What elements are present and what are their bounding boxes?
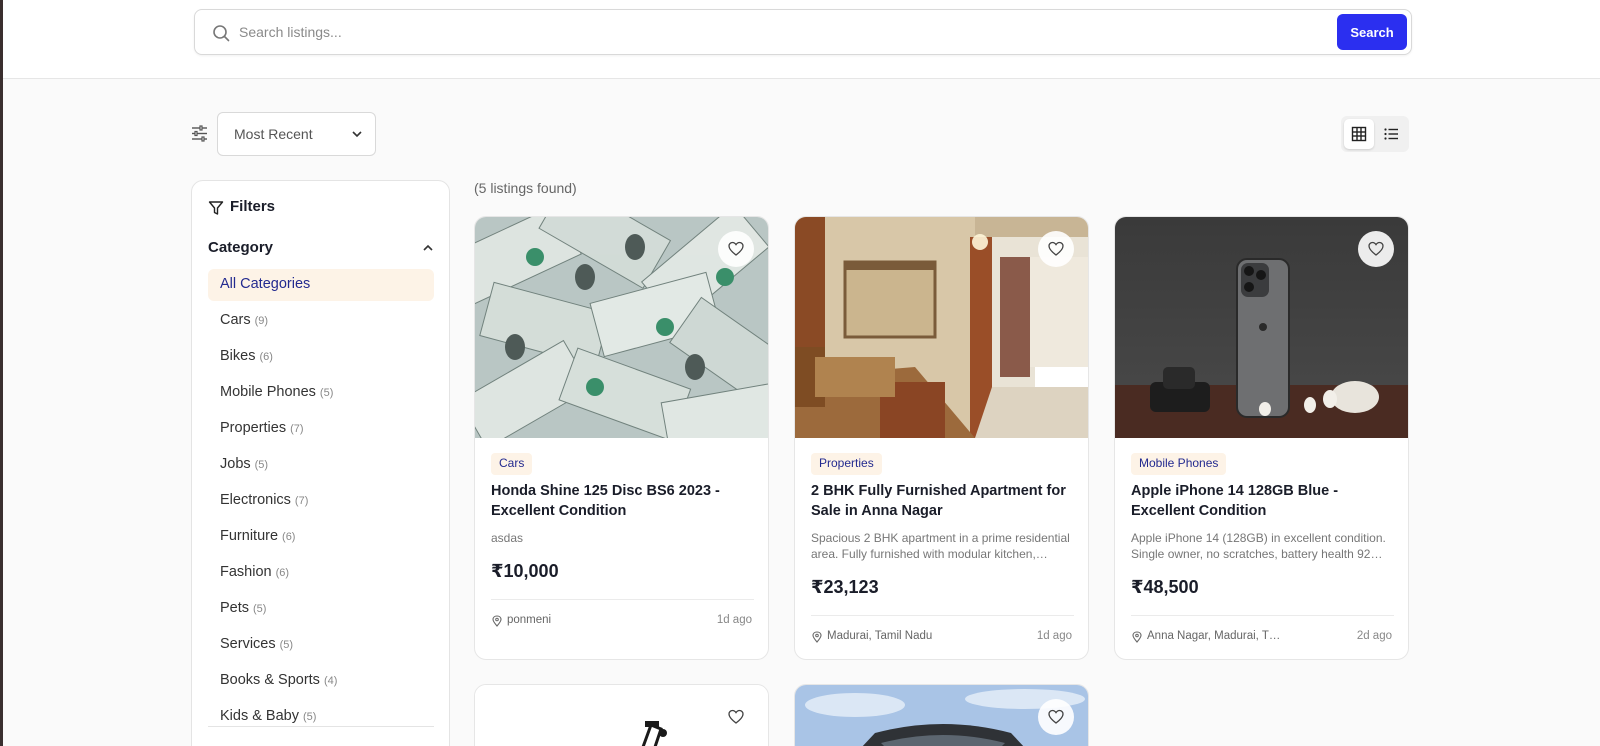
search-input[interactable] xyxy=(239,18,1299,46)
listings-count: (5 listings found) xyxy=(474,180,577,196)
list-icon xyxy=(1384,128,1398,140)
search-box: Search xyxy=(194,9,1412,55)
listing-card[interactable]: Properties 2 BHK Fully Furnished Apartme… xyxy=(794,216,1089,660)
category-badge: Mobile Phones xyxy=(1131,453,1227,475)
grid-view-button[interactable] xyxy=(1344,119,1374,149)
card-divider xyxy=(1131,615,1394,616)
window-edge xyxy=(0,0,3,746)
card-divider xyxy=(491,599,754,600)
list-view-button[interactable] xyxy=(1376,119,1406,149)
category-item-kids-baby[interactable]: Kids & Baby (5) xyxy=(208,701,434,733)
listing-location: Anna Nagar, Madurai, T… xyxy=(1131,630,1280,643)
favorite-button[interactable] xyxy=(1358,231,1394,267)
category-item-furniture[interactable]: Furniture (6) xyxy=(208,521,434,553)
chevron-down-icon xyxy=(352,131,362,138)
chevron-up-icon xyxy=(423,244,433,251)
filters-panel: Filters Category All Categories Cars (9) … xyxy=(191,180,450,746)
category-badge: Cars xyxy=(491,453,533,475)
location-pin-icon xyxy=(1132,631,1142,643)
listing-title[interactable]: Honda Shine 125 Disc BS6 2023 - Excellen… xyxy=(491,481,756,521)
listing-time: 2d ago xyxy=(1356,630,1392,642)
category-item-mobile-phones[interactable]: Mobile Phones (5) xyxy=(208,377,434,409)
sliders-icon[interactable] xyxy=(191,125,208,142)
listing-price: ₹10,000 xyxy=(491,561,559,581)
filters-title: Filters xyxy=(208,198,275,215)
category-item-electronics[interactable]: Electronics (7) xyxy=(208,485,434,517)
location-pin-icon xyxy=(492,615,502,627)
listing-location: ponmeni xyxy=(491,614,551,627)
category-section-header[interactable]: Category xyxy=(208,239,434,256)
listing-title[interactable]: Apple iPhone 14 128GB Blue - Excellent C… xyxy=(1131,481,1396,521)
category-item-pets[interactable]: Pets (5) xyxy=(208,593,434,625)
listing-price: ₹48,500 xyxy=(1131,577,1199,597)
category-item-books-sports[interactable]: Books & Sports (4) xyxy=(208,665,434,697)
category-item-bikes[interactable]: Bikes (6) xyxy=(208,341,434,373)
category-item-properties[interactable]: Properties (7) xyxy=(208,413,434,445)
top-bar: Search xyxy=(3,0,1600,79)
listing-card[interactable]: Mobile Phones Apple iPhone 14 128GB Blue… xyxy=(1114,216,1409,660)
filter-icon xyxy=(208,201,224,215)
view-toggle xyxy=(1341,116,1409,152)
heart-icon xyxy=(1048,241,1064,256)
heart-icon xyxy=(1048,709,1064,724)
search-icon xyxy=(213,25,230,42)
heart-icon xyxy=(1368,241,1384,256)
search-button[interactable]: Search xyxy=(1337,14,1407,50)
category-list: All Categories Cars (9) Bikes (6) Mobile P… xyxy=(208,269,434,737)
listing-description: asdas xyxy=(491,531,524,545)
category-item-all[interactable]: All Categories xyxy=(208,269,434,301)
card-divider xyxy=(811,615,1074,616)
category-item-fashion[interactable]: Fashion (6) xyxy=(208,557,434,589)
listing-time: 1d ago xyxy=(716,614,752,626)
category-item-services[interactable]: Services (5) xyxy=(208,629,434,661)
listing-card[interactable]: Cars Honda Shine 125 Disc BS6 2023 - Exc… xyxy=(474,216,769,660)
category-item-cars[interactable]: Cars (9) xyxy=(208,305,434,337)
listing-title[interactable]: 2 BHK Fully Furnished Apartment for Sale… xyxy=(811,481,1076,521)
listing-card[interactable] xyxy=(474,684,769,746)
listing-description: Apple iPhone 14 (128GB) in excellent con… xyxy=(1131,531,1386,561)
listing-time: 1d ago xyxy=(1036,630,1072,642)
listing-description: Spacious 2 BHK apartment in a prime resi… xyxy=(811,531,1070,561)
sort-value: Most Recent xyxy=(234,126,313,142)
heart-icon xyxy=(728,241,744,256)
category-badge: Properties xyxy=(811,453,882,475)
category-item-jobs[interactable]: Jobs (5) xyxy=(208,449,434,481)
favorite-button[interactable] xyxy=(1038,231,1074,267)
heart-icon xyxy=(728,709,744,724)
listing-card[interactable] xyxy=(794,684,1089,746)
favorite-button[interactable] xyxy=(1038,699,1074,735)
location-pin-icon xyxy=(812,631,822,643)
favorite-button[interactable] xyxy=(718,231,754,267)
sort-select[interactable]: Most Recent xyxy=(217,112,376,156)
listing-price: ₹23,123 xyxy=(811,577,879,597)
listing-location: Madurai, Tamil Nadu xyxy=(811,630,932,643)
grid-icon xyxy=(1351,126,1367,142)
sort-row: Most Recent xyxy=(191,112,1409,156)
section-divider xyxy=(208,726,434,727)
favorite-button[interactable] xyxy=(718,699,754,735)
